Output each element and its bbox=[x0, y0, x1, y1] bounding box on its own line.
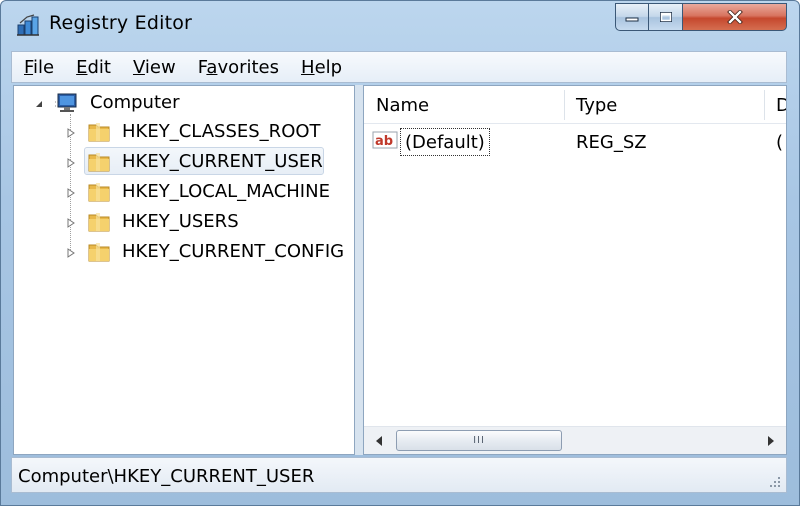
expand-arrow-icon[interactable] bbox=[66, 248, 76, 258]
column-headers: Name Type D bbox=[364, 86, 786, 124]
registry-editor-window: Registry Editor File Edit View Favorites… bbox=[0, 0, 800, 506]
expand-arrow-icon[interactable] bbox=[66, 158, 76, 168]
scroll-thumb[interactable]: III bbox=[396, 430, 562, 451]
column-header-name[interactable]: Name bbox=[364, 86, 564, 124]
menu-view[interactable]: View bbox=[133, 57, 176, 78]
maximize-icon bbox=[659, 12, 672, 22]
folder-icon bbox=[88, 213, 110, 232]
status-bar: Computer\HKEY_CURRENT_USER bbox=[11, 457, 787, 493]
caption-buttons bbox=[615, 3, 787, 33]
tree-node-hkey-classes-root[interactable]: HKEY_CLASSES_ROOT bbox=[14, 119, 354, 145]
string-value-icon: ab bbox=[372, 131, 398, 149]
menu-edit-label: dit bbox=[87, 56, 111, 78]
tree-node-hkey-current-user[interactable]: HKEY_CURRENT_USER bbox=[14, 149, 354, 175]
folder-icon bbox=[88, 243, 110, 262]
expand-arrow-icon[interactable] bbox=[66, 128, 76, 138]
horizontal-scrollbar[interactable]: III bbox=[364, 426, 786, 454]
folder-icon bbox=[88, 153, 110, 172]
tree-node-hkey-current-config[interactable]: HKEY_CURRENT_CONFIG bbox=[14, 239, 354, 265]
scroll-right-icon bbox=[768, 436, 774, 446]
computer-icon bbox=[55, 93, 77, 112]
collapse-arrow-icon[interactable] bbox=[34, 99, 44, 109]
menu-help[interactable]: Help bbox=[301, 57, 342, 78]
menu-favorites[interactable]: Favorites bbox=[198, 57, 279, 78]
value-type: REG_SZ bbox=[576, 132, 647, 153]
minimize-button[interactable] bbox=[615, 3, 649, 31]
pane-splitter[interactable] bbox=[355, 85, 363, 455]
close-button[interactable] bbox=[683, 3, 787, 31]
expand-arrow-icon[interactable] bbox=[66, 188, 76, 198]
folder-icon bbox=[88, 183, 110, 202]
tree-label-computer: Computer bbox=[90, 92, 180, 113]
status-path: Computer\HKEY_CURRENT_USER bbox=[18, 466, 315, 487]
menu-file-mnemonic: F bbox=[24, 56, 34, 78]
svg-text:ab: ab bbox=[375, 134, 393, 149]
menu-edit-mnemonic: E bbox=[76, 56, 88, 78]
tree-label: HKEY_CLASSES_ROOT bbox=[122, 121, 321, 142]
menu-file[interactable]: File bbox=[24, 57, 54, 78]
expand-arrow-icon[interactable] bbox=[66, 218, 76, 228]
value-row[interactable]: ab (Default) REG_SZ ( bbox=[364, 126, 786, 156]
folder-icon bbox=[88, 123, 110, 142]
menu-view-mnemonic: V bbox=[132, 56, 145, 78]
value-name[interactable]: (Default) bbox=[400, 128, 490, 156]
menu-edit[interactable]: Edit bbox=[76, 57, 111, 78]
menu-file-label: ile bbox=[33, 56, 55, 78]
menu-view-label: iew bbox=[144, 56, 176, 78]
close-icon bbox=[726, 10, 743, 24]
tree-label: HKEY_USERS bbox=[122, 211, 239, 232]
tree-node-hkey-local-machine[interactable]: HKEY_LOCAL_MACHINE bbox=[14, 179, 354, 205]
minimize-icon bbox=[625, 17, 639, 22]
tree-node-computer[interactable]: Computer bbox=[14, 90, 354, 116]
menu-bar: File Edit View Favorites Help bbox=[11, 51, 787, 83]
menu-help-label: elp bbox=[314, 56, 343, 78]
value-data: ( bbox=[776, 132, 784, 153]
column-header-data[interactable]: D bbox=[764, 86, 786, 124]
tree-node-hkey-users[interactable]: HKEY_USERS bbox=[14, 209, 354, 235]
registry-tree[interactable]: Computer HKEY_CLASSES_ROOT HKEY_CURRENT_… bbox=[13, 85, 355, 455]
scroll-left-icon bbox=[376, 436, 382, 446]
maximize-button[interactable] bbox=[649, 3, 683, 31]
menu-help-mnemonic: H bbox=[301, 56, 315, 78]
tree-label: HKEY_CURRENT_USER bbox=[122, 151, 323, 172]
column-header-type[interactable]: Type bbox=[564, 86, 764, 124]
values-list[interactable]: Name Type D ab (Default) REG_SZ ( III bbox=[363, 85, 787, 455]
scroll-left-button[interactable] bbox=[366, 427, 392, 454]
title-bar[interactable]: Registry Editor bbox=[1, 1, 799, 49]
menu-favorites-post: vorites bbox=[217, 56, 280, 78]
window-title: Registry Editor bbox=[49, 12, 193, 34]
tree-label: HKEY_CURRENT_CONFIG bbox=[122, 241, 345, 262]
resize-grip-icon[interactable] bbox=[768, 475, 782, 489]
registry-editor-icon bbox=[17, 14, 39, 36]
scroll-thumb-grip: III bbox=[473, 435, 485, 446]
menu-favorites-mnemonic: a bbox=[206, 56, 218, 78]
tree-label: HKEY_LOCAL_MACHINE bbox=[122, 181, 330, 202]
scroll-right-button[interactable] bbox=[758, 427, 784, 454]
